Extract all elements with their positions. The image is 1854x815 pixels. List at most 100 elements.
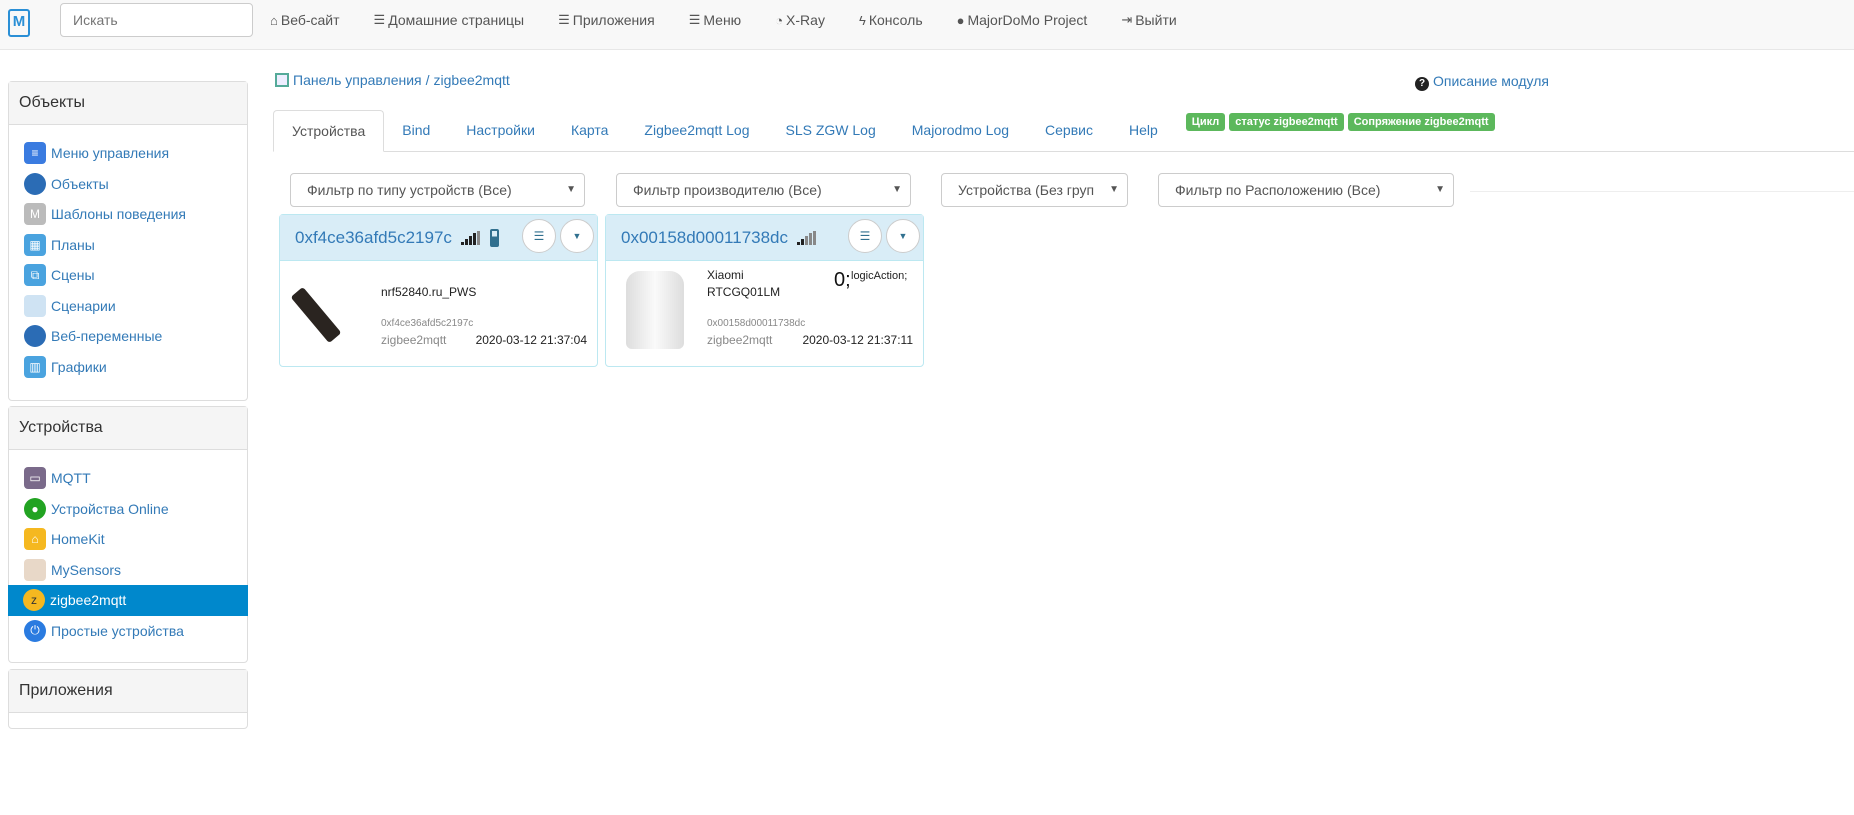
sidebar-item-control-menu[interactable]: ≡ Меню управления bbox=[9, 138, 247, 169]
details-list-button[interactable]: ☰ bbox=[522, 219, 556, 253]
sidebar-item-scenes[interactable]: ⧉ Сцены bbox=[9, 260, 247, 291]
control-panel-icon bbox=[275, 73, 289, 87]
device-value: 0; bbox=[834, 269, 851, 291]
zigbee-icon: z bbox=[23, 589, 45, 612]
sidebar-item-zigbee2mqtt[interactable]: z zigbee2mqtt bbox=[8, 585, 248, 616]
nav-menu[interactable]: ☰ Меню bbox=[689, 12, 742, 28]
device-image bbox=[620, 271, 690, 351]
breadcrumb: Панель управления / zigbee2mqtt bbox=[275, 72, 510, 88]
device-name: Xiaomi bbox=[707, 268, 744, 282]
sidebar-item-homekit[interactable]: ⌂ HomeKit bbox=[9, 524, 247, 555]
list-icon: ☰ bbox=[558, 12, 570, 27]
group-filter[interactable]: Устройства (Без груп ▼ bbox=[941, 173, 1128, 207]
apps-panel: Приложения bbox=[8, 669, 248, 729]
menu-icon: ≡ bbox=[24, 142, 46, 165]
tab-service[interactable]: Сервис bbox=[1027, 110, 1111, 151]
apps-panel-title: Приложения bbox=[9, 670, 247, 713]
list-icon: ☰ bbox=[688, 12, 701, 27]
module-tabs: Устройства Bind Настройки Карта Zigbee2m… bbox=[273, 110, 1854, 152]
sidebar-item-web-vars[interactable]: Веб-переменные bbox=[9, 321, 247, 352]
device-id-link[interactable]: 0x00158d00011738dc bbox=[621, 228, 788, 248]
tab-sls-zgw-log[interactable]: SLS ZGW Log bbox=[767, 110, 893, 151]
details-list-button[interactable]: ☰ bbox=[848, 219, 882, 253]
device-updated: 2020-03-12 21:37:11 bbox=[802, 333, 913, 347]
dropdown-button[interactable]: ▼ bbox=[560, 219, 594, 253]
device-card: 0x00158d00011738dc ☰ ▼ Xiaomi RTCGQ01LM 0… bbox=[605, 214, 924, 367]
nav-xray[interactable]: ◔ X-Ray bbox=[775, 12, 825, 28]
cycle-badge[interactable]: Цикл bbox=[1185, 113, 1226, 131]
sidebar-item-charts[interactable]: ▥ Графики bbox=[9, 352, 247, 383]
sidebar-item-scripts[interactable]: Сценарии bbox=[9, 291, 247, 322]
search-input[interactable] bbox=[60, 3, 253, 37]
device-value-label: logicAction; bbox=[851, 270, 908, 282]
sidebar-item-behavior-templates[interactable]: M Шаблоны поведения bbox=[9, 199, 247, 230]
signal-icon bbox=[797, 230, 817, 245]
sidebar-item-objects[interactable]: Объекты bbox=[9, 169, 247, 200]
device-id-link[interactable]: 0xf4ce36afd5c2197c bbox=[295, 228, 452, 248]
mysensors-icon bbox=[24, 558, 46, 581]
tab-settings[interactable]: Настройки bbox=[448, 110, 553, 151]
caret-down-icon: ▼ bbox=[572, 231, 582, 241]
caret-down-icon: ▼ bbox=[898, 231, 908, 241]
sidebar-item-simple-devices[interactable]: ⏻ Простые устройства bbox=[9, 616, 247, 647]
device-source: zigbee2mqtt bbox=[381, 333, 447, 347]
nav-project[interactable]: ● MajorDoMo Project bbox=[957, 12, 1088, 28]
location-filter[interactable]: Фильтр по Расположению (Все) ▼ bbox=[1158, 173, 1454, 207]
objects-panel-title: Объекты bbox=[9, 82, 247, 125]
globe-icon bbox=[24, 172, 46, 195]
device-name: nrf52840.ru_PWS bbox=[381, 285, 477, 299]
bolt-icon: ϟ bbox=[858, 12, 866, 28]
nav-console[interactable]: ϟ Консоль bbox=[859, 12, 923, 28]
divider bbox=[1470, 191, 1854, 192]
power-icon: ⏻ bbox=[24, 619, 46, 642]
dropdown-arrow-icon: ▼ bbox=[1435, 184, 1445, 195]
template-icon: M bbox=[24, 203, 46, 226]
home-icon: ⌂ bbox=[270, 12, 278, 28]
nav-home-pages[interactable]: ☰ Домашние страницы bbox=[374, 12, 525, 28]
top-navbar: M ⌂Веб-сайт ☰Домашние страницы ☰Приложен… bbox=[0, 0, 1854, 50]
tab-majordomo-log[interactable]: Majorodmo Log bbox=[894, 110, 1027, 151]
dropdown-arrow-icon: ▼ bbox=[892, 184, 902, 195]
majordomo-logo[interactable]: M bbox=[8, 9, 30, 37]
sidebar-item-devices-online[interactable]: ● Устройства Online bbox=[9, 494, 247, 525]
plan-icon: ▦ bbox=[24, 233, 46, 256]
dropdown-button[interactable]: ▼ bbox=[886, 219, 920, 253]
globe-icon bbox=[24, 325, 46, 348]
device-sub-id: 0xf4ce36afd5c2197c bbox=[381, 318, 474, 329]
script-icon bbox=[24, 294, 46, 317]
chart-icon: ▥ bbox=[24, 355, 46, 378]
tab-zigbee2mqtt-log[interactable]: Zigbee2mqtt Log bbox=[626, 110, 767, 151]
globe-icon: ● bbox=[956, 12, 965, 28]
signal-icon bbox=[460, 230, 480, 245]
dropdown-arrow-icon: ▼ bbox=[566, 184, 576, 195]
tab-help[interactable]: Help bbox=[1111, 110, 1176, 151]
device-source: zigbee2mqtt bbox=[707, 333, 773, 347]
sidebar-item-mysensors[interactable]: MySensors bbox=[9, 555, 247, 586]
list-icon: ☰ bbox=[859, 229, 871, 243]
dropdown-arrow-icon: ▼ bbox=[1105, 174, 1119, 206]
sidebar-item-plans[interactable]: ▦ Планы bbox=[9, 230, 247, 261]
module-description-link[interactable]: ? Описание модуля bbox=[1415, 73, 1549, 91]
homekit-icon: ⌂ bbox=[24, 528, 46, 551]
breadcrumb-current[interactable]: zigbee2mqtt bbox=[434, 72, 510, 88]
online-icon: ● bbox=[24, 497, 46, 520]
pairing-badge[interactable]: Сопряжение zigbee2mqtt bbox=[1347, 113, 1495, 131]
devices-panel-title: Устройства bbox=[9, 407, 247, 450]
nav-apps[interactable]: ☰ Приложения bbox=[558, 12, 655, 28]
breadcrumb-root[interactable]: Панель управления bbox=[293, 72, 422, 88]
device-updated: 2020-03-12 21:37:04 bbox=[475, 333, 587, 347]
mqtt-icon: ▭ bbox=[24, 467, 46, 490]
device-card: 0xf4ce36afd5c2197c ☰ ▼ nrf52840.ru_PWS 0… bbox=[279, 214, 598, 367]
tab-map[interactable]: Карта bbox=[553, 110, 626, 151]
tab-bind[interactable]: Bind bbox=[384, 110, 448, 151]
list-icon: ☰ bbox=[373, 12, 386, 27]
sidebar-item-mqtt[interactable]: ▭ MQTT bbox=[9, 463, 247, 494]
device-type-filter[interactable]: Фильтр по типу устройств (Все) ▼ bbox=[290, 173, 585, 207]
battery-icon bbox=[489, 228, 499, 247]
nav-website[interactable]: ⌂ Веб-сайт bbox=[270, 12, 340, 28]
manufacturer-filter[interactable]: Фильтр производителю (Все) ▼ bbox=[616, 173, 911, 207]
list-icon: ☰ bbox=[533, 229, 545, 243]
nav-logout[interactable]: ⇥ Выйти bbox=[1121, 12, 1176, 28]
tab-devices[interactable]: Устройства bbox=[273, 110, 385, 152]
zigbee2mqtt-status-badge[interactable]: статус zigbee2mqtt bbox=[1229, 113, 1344, 131]
